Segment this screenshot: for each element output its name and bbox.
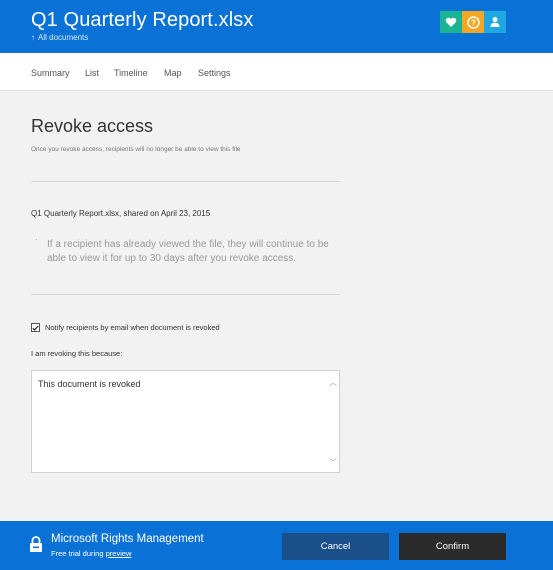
- checkmark-icon: [32, 324, 39, 331]
- help-button[interactable]: ?: [462, 11, 484, 33]
- cancel-button[interactable]: Cancel: [282, 533, 389, 560]
- user-icon: [490, 17, 500, 27]
- tab-summary[interactable]: Summary: [31, 68, 70, 78]
- notify-option[interactable]: Notify recipients by email when document…: [31, 323, 220, 332]
- notify-label: Notify recipients by email when document…: [45, 323, 220, 332]
- notify-checkbox[interactable]: [31, 323, 40, 332]
- reason-label: I am revoking this because:: [31, 349, 123, 358]
- tab-timeline[interactable]: Timeline: [114, 68, 148, 78]
- arrow-up-icon: ↑: [31, 33, 35, 42]
- all-documents-link[interactable]: ↑ All documents: [31, 33, 88, 42]
- tab-bar: Summary List Timeline Map Settings: [0, 53, 553, 91]
- brand-name: Microsoft Rights Management: [51, 533, 204, 545]
- tab-settings[interactable]: Settings: [198, 68, 231, 78]
- note-bullet: ·: [35, 235, 38, 244]
- lock-icon: [30, 536, 42, 552]
- help-icon: ?: [466, 15, 480, 29]
- tab-list[interactable]: List: [85, 68, 99, 78]
- svg-text:?: ?: [471, 18, 476, 27]
- chevron-up-icon[interactable]: ︿: [329, 377, 337, 388]
- textarea-scrollbar[interactable]: ︿ ﹀: [327, 371, 339, 472]
- all-documents-label: All documents: [38, 33, 89, 42]
- file-share-info: Q1 Quarterly Report.xlsx, shared on Apri…: [31, 209, 211, 218]
- tab-map[interactable]: Map: [164, 68, 182, 78]
- divider: [31, 294, 340, 295]
- page-subtitle: Once you revoke access, recipients will …: [31, 146, 241, 153]
- divider: [31, 181, 340, 182]
- reason-textarea[interactable]: This document is revoked ︿ ﹀: [31, 370, 340, 473]
- favorite-button[interactable]: [440, 11, 462, 33]
- trial-text: Free trial during: [51, 549, 106, 558]
- reason-text: This document is revoked: [38, 379, 141, 389]
- header-actions: ?: [440, 11, 506, 33]
- document-title: Q1 Quarterly Report.xlsx: [31, 9, 254, 31]
- page-title: Revoke access: [31, 116, 154, 136]
- revoke-note: If a recipient has already viewed the fi…: [47, 239, 329, 264]
- app-header: Q1 Quarterly Report.xlsx ↑ All documents…: [0, 0, 553, 53]
- confirm-button[interactable]: Confirm: [399, 533, 506, 560]
- heart-icon: [445, 17, 457, 27]
- preview-link[interactable]: preview: [106, 549, 132, 558]
- app-footer: Microsoft Rights Management Free trial d…: [0, 521, 553, 570]
- trial-info: Free trial during preview: [51, 549, 131, 558]
- chevron-down-icon[interactable]: ﹀: [329, 457, 337, 468]
- account-button[interactable]: [484, 11, 506, 33]
